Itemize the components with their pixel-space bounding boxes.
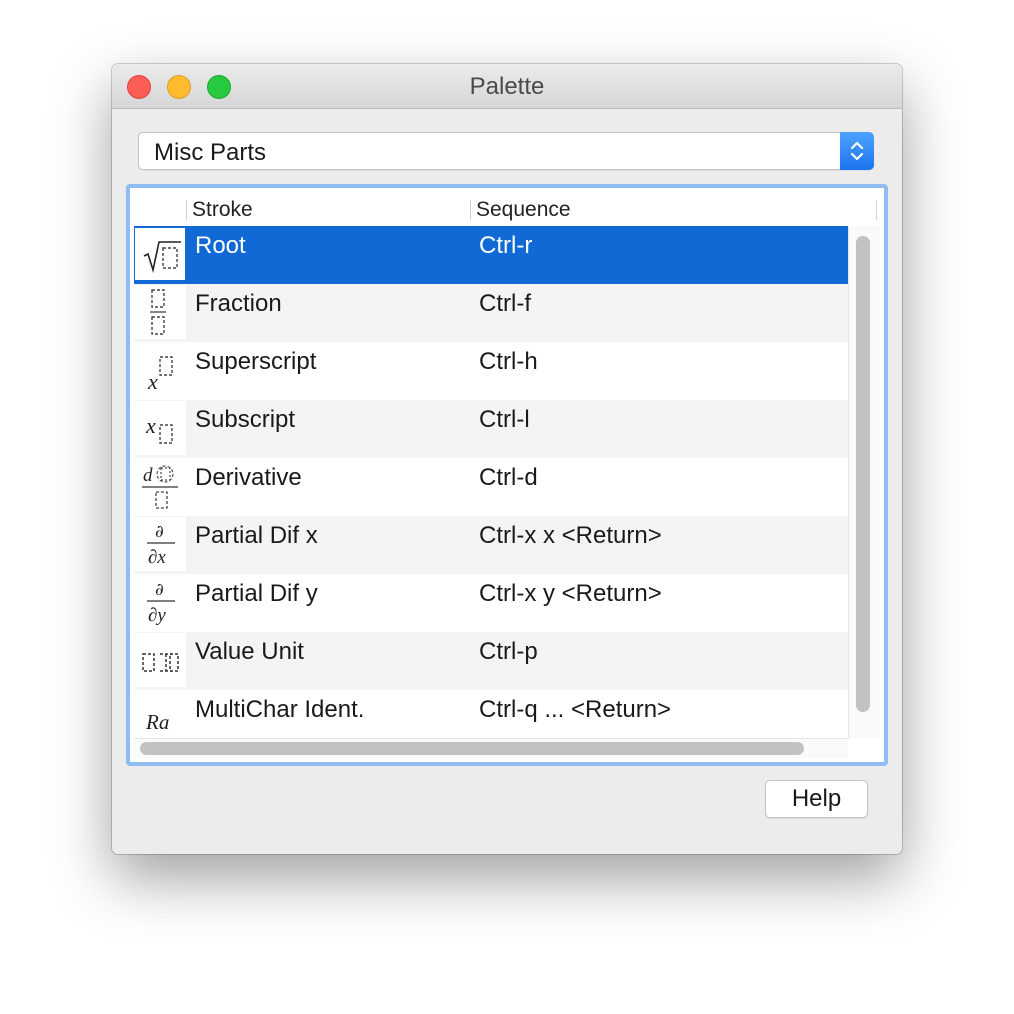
partial-dif-x-icon: ∂ ∂x xyxy=(134,517,186,571)
help-button[interactable]: Help xyxy=(765,780,868,818)
multichar-glyph: Ra xyxy=(145,710,169,734)
partial-x-glyph: ∂x xyxy=(148,547,166,568)
table-row-superscript[interactable]: x Superscript Ctrl-h xyxy=(134,342,848,400)
stroke-cell: MultiChar Ident. xyxy=(195,696,365,723)
table-row-partial-dif-y[interactable]: ∂ ∂y Partial Dif y Ctrl-x y <Return> xyxy=(134,574,848,632)
table-row-partial-dif-x[interactable]: ∂ ∂x Partial Dif x Ctrl-x x <Return> xyxy=(134,516,848,574)
subscript-base-glyph: x xyxy=(145,413,156,438)
chevron-updown-icon xyxy=(850,141,864,161)
sequence-cell: Ctrl-h xyxy=(479,348,538,375)
stroke-cell: Partial Dif y xyxy=(195,580,318,607)
sequence-cell: Ctrl-q ... <Return> xyxy=(479,696,672,723)
stroke-cell: Partial Dif x xyxy=(195,522,318,549)
sequence-cell: Ctrl-f xyxy=(479,290,531,317)
partial-y-glyph: ∂y xyxy=(148,605,166,626)
sequence-cell: Ctrl-l xyxy=(479,406,530,433)
select-stepper[interactable] xyxy=(840,132,874,170)
table-row-value-unit[interactable]: Value Unit Ctrl-p xyxy=(134,632,848,690)
palette-window: Palette Misc Parts Stroke Sequence Root … xyxy=(112,64,902,854)
table-rows: Root Ctrl-r Fraction Ctrl-f x Superscrip… xyxy=(134,226,848,738)
subscript-icon: x xyxy=(134,401,186,455)
horizontal-scroll-thumb[interactable] xyxy=(140,742,804,755)
value-unit-icon xyxy=(134,633,186,687)
window-title: Palette xyxy=(469,73,545,100)
table-row-derivative[interactable]: d Derivative Ctrl-d xyxy=(134,458,848,516)
stroke-cell: Fraction xyxy=(195,290,282,317)
stroke-cell: Superscript xyxy=(195,348,317,375)
superscript-base-glyph: x xyxy=(147,369,158,394)
palette-table[interactable]: Stroke Sequence Root Ctrl-r Fraction Ctr… xyxy=(126,184,888,766)
sequence-cell: Ctrl-x x <Return> xyxy=(479,522,662,549)
derivative-d-glyph: d xyxy=(143,465,153,486)
table-header: Stroke Sequence xyxy=(134,192,880,227)
sequence-cell: Ctrl-p xyxy=(479,638,538,665)
title-bar[interactable]: Palette xyxy=(112,64,902,109)
derivative-icon: d xyxy=(134,459,186,513)
sequence-cell: Ctrl-r xyxy=(479,232,533,259)
column-header-stroke[interactable]: Stroke xyxy=(192,192,253,226)
stroke-cell: Root xyxy=(195,232,246,259)
stroke-cell: Subscript xyxy=(195,406,296,433)
table-viewport: Stroke Sequence Root Ctrl-r Fraction Ctr… xyxy=(134,192,880,758)
stroke-cell: Derivative xyxy=(195,464,302,491)
root-icon xyxy=(134,227,186,281)
table-row-fraction[interactable]: Fraction Ctrl-f xyxy=(134,284,848,342)
category-select-value: Misc Parts xyxy=(154,139,267,166)
category-select[interactable]: Misc Parts xyxy=(138,132,874,170)
partial-glyph: ∂ xyxy=(155,522,164,542)
fraction-icon xyxy=(134,285,186,339)
sequence-cell: Ctrl-x y <Return> xyxy=(479,580,662,607)
superscript-icon: x xyxy=(134,343,186,397)
column-separator[interactable] xyxy=(876,200,877,220)
partial-glyph: ∂ xyxy=(155,580,164,600)
column-separator[interactable] xyxy=(186,200,187,220)
table-row-root[interactable]: Root Ctrl-r xyxy=(134,226,848,284)
stroke-cell: Value Unit xyxy=(195,638,304,665)
sequence-cell: Ctrl-d xyxy=(479,464,538,491)
multichar-ident-icon: Ra xyxy=(134,691,186,738)
column-header-sequence[interactable]: Sequence xyxy=(476,192,571,226)
vertical-scroll-thumb[interactable] xyxy=(856,236,870,712)
table-row-multichar-ident[interactable]: Ra MultiChar Ident. Ctrl-q ... <Return> xyxy=(134,690,848,738)
partial-dif-y-icon: ∂ ∂y xyxy=(134,575,186,629)
table-row-subscript[interactable]: x Subscript Ctrl-l xyxy=(134,400,848,458)
column-separator[interactable] xyxy=(470,200,471,220)
